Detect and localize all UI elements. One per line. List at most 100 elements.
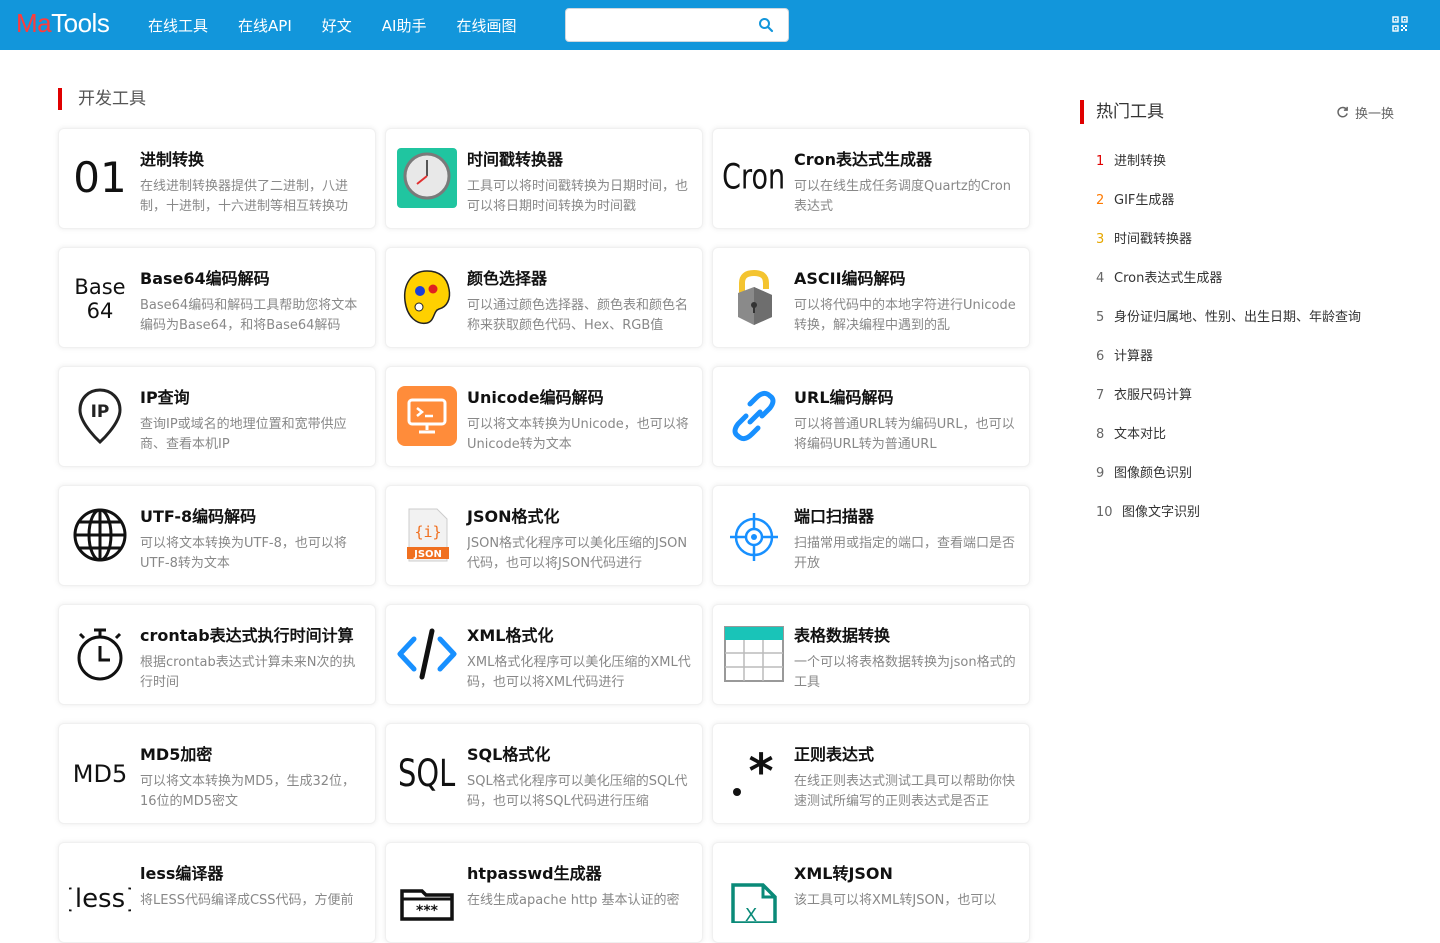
ip-pin-icon: IP <box>69 385 131 447</box>
tool-card-color-picker[interactable]: 颜色选择器 可以通过颜色选择器、颜色表和颜色名称来获取颜色代码、Hex、RGB值 <box>385 247 703 348</box>
monitor-code-icon <box>396 385 458 447</box>
tool-card-sql-format[interactable]: SQL SQL格式化 SQL格式化程序可以美化压缩的SQL代码，也可以将SQL代… <box>385 723 703 824</box>
tool-desc: 可以将文本转换为UTF-8，也可以将UTF-8转为文本 <box>140 536 347 571</box>
stopwatch-icon <box>69 623 131 685</box>
tool-name: XML格式化 <box>467 626 554 645</box>
hot-tool-label: 图像文字识别 <box>1122 505 1201 520</box>
search-input[interactable] <box>574 9 754 41</box>
svg-text:Cron: Cron <box>723 157 785 197</box>
hot-tool-rank: 2 <box>1096 193 1105 208</box>
tool-card-htpasswd[interactable]: *** htpasswd生成器 在线生成apache http 基本认证的密 <box>385 842 703 943</box>
hot-tool-label: 计算器 <box>1114 349 1154 364</box>
hot-tool-label: 图像颜色识别 <box>1114 466 1193 481</box>
hot-tool-item[interactable]: 1 进制转换 <box>1096 150 1361 189</box>
tool-card-table-convert[interactable]: 表格数据转换 一个可以将表格数据转换为json格式的工具 <box>712 604 1030 705</box>
tool-name: 端口扫描器 <box>794 507 875 526</box>
tool-desc: 可以将代码中的本地字符进行Unicode转换，解决编程中遇到的乱 <box>794 298 1016 333</box>
refresh-button[interactable]: 换一换 <box>1336 103 1394 122</box>
svg-text:*: * <box>748 744 773 800</box>
hot-tool-item[interactable]: 2 GIF生成器 <box>1096 189 1361 228</box>
tool-name: less编译器 <box>140 864 224 883</box>
tool-name: IP查询 <box>140 388 190 407</box>
hot-tool-item[interactable]: 3 时间戳转换器 <box>1096 228 1361 267</box>
tool-card-base-convert[interactable]: 01 进制转换 在线进制转换器提供了二进制，八进制，十进制，十六进制等相互转换功 <box>58 128 376 229</box>
table-icon <box>723 623 785 685</box>
xml-file-icon: X <box>723 861 785 923</box>
tool-card-ip-lookup[interactable]: IP IP查询 查询IP或域名的地理位置和宽带供应商、查看本机IP <box>58 366 376 467</box>
hot-tool-label: 衣服尺码计算 <box>1114 388 1193 403</box>
tool-desc: 一个可以将表格数据转换为json格式的工具 <box>794 655 1016 690</box>
crosshair-icon <box>723 504 785 566</box>
tool-desc: 扫描常用或指定的端口，查看端口是否开放 <box>794 536 1016 571</box>
svg-text:IP: IP <box>91 402 110 422</box>
tool-desc: 可以通过颜色选择器、颜色表和颜色名称来获取颜色代码、Hex、RGB值 <box>467 298 689 333</box>
nav-ai-assistant[interactable]: AI助手 <box>382 15 427 36</box>
cron-text-icon: Cron <box>723 147 785 209</box>
svg-text:***: *** <box>416 903 439 919</box>
hot-tool-rank: 1 <box>1096 154 1105 169</box>
hot-tool-item[interactable]: 6 计算器 <box>1096 345 1361 384</box>
hot-tool-item[interactable]: 5 身份证归属地、性别、出生日期、年龄查询 <box>1096 306 1361 345</box>
lock-icon <box>723 266 785 328</box>
hot-tool-rank: 3 <box>1096 232 1105 247</box>
tool-desc: 可以在线生成任务调度Quartz的Cron表达式 <box>794 179 1012 214</box>
qrcode-icon[interactable] <box>1392 16 1408 32</box>
tool-desc: 工具可以将时间戳转换为日期时间，也可以将日期时间转换为时间戳 <box>467 179 689 214</box>
tool-name: URL编码解码 <box>794 388 894 407</box>
md5-text-icon: MD5 <box>69 742 131 804</box>
svg-text:X: X <box>745 905 757 923</box>
svg-text:{i}: {i} <box>414 523 441 541</box>
nav-online-drawing[interactable]: 在线画图 <box>456 15 516 36</box>
tool-card-base64[interactable]: Base 64 Base64编码解码 Base64编码和解码工具帮助您将文本编码为… <box>58 247 376 348</box>
hot-tool-item[interactable]: 4 Cron表达式生成器 <box>1096 267 1361 306</box>
svg-text:64: 64 <box>87 299 114 323</box>
tool-name: Unicode编码解码 <box>467 388 604 407</box>
tool-card-json-format[interactable]: {i} JSON JSON格式化 JSON格式化程序可以美化压缩的JSON代码，也… <box>385 485 703 586</box>
tool-name: crontab表达式执行时间计算 <box>140 626 354 645</box>
hot-tool-item[interactable]: 9 图像颜色识别 <box>1096 462 1361 501</box>
01-text-icon: 01 <box>69 147 131 209</box>
nav-articles[interactable]: 好文 <box>322 15 352 36</box>
sql-text-icon: SQL <box>396 742 458 804</box>
tool-card-cron[interactable]: Cron Cron表达式生成器 可以在线生成任务调度Quartz的Cron表达式 <box>712 128 1030 229</box>
base64-text-icon: Base 64 <box>69 266 131 328</box>
hot-tool-item[interactable]: 7 衣服尺码计算 <box>1096 384 1361 423</box>
tool-card-utf8[interactable]: UTF-8编码解码 可以将文本转换为UTF-8，也可以将UTF-8转为文本 <box>58 485 376 586</box>
nav-online-tools[interactable]: 在线工具 <box>148 15 208 36</box>
tool-name: MD5加密 <box>140 745 213 764</box>
hot-tool-label: 进制转换 <box>1114 154 1167 169</box>
tool-card-xml-to-json[interactable]: X XML转JSON 该工具可以将XML转JSON，也可以 <box>712 842 1030 943</box>
tool-desc: 在线正则表达式测试工具可以帮助你快速测试所编写的正则表达式是否正 <box>794 774 1016 809</box>
tool-name: JSON格式化 <box>467 507 560 526</box>
refresh-icon <box>1337 106 1348 118</box>
tool-desc: SQL格式化程序可以美化压缩的SQL代码，也可以将SQL代码进行压缩 <box>467 774 688 809</box>
nav-online-api[interactable]: 在线API <box>238 15 292 36</box>
hot-tool-item[interactable]: 10 图像文字识别 <box>1096 501 1361 540</box>
tool-card-url[interactable]: URL编码解码 可以将普通URL转为编码URL，也可以将编码URL转为普通URL <box>712 366 1030 467</box>
search-icon[interactable] <box>758 17 774 33</box>
tool-card-port-scan[interactable]: 端口扫描器 扫描常用或指定的端口，查看端口是否开放 <box>712 485 1030 586</box>
tool-card-regex[interactable]: * 正则表达式 在线正则表达式测试工具可以帮助你快速测试所编写的正则表达式是否正 <box>712 723 1030 824</box>
tool-card-timestamp[interactable]: 时间戳转换器 工具可以将时间戳转换为日期时间，也可以将日期时间转换为时间戳 <box>385 128 703 229</box>
svg-text:MD5: MD5 <box>73 760 127 788</box>
hot-tool-label: 身份证归属地、性别、出生日期、年龄查询 <box>1114 310 1362 325</box>
tool-card-less[interactable]: {less} less编译器 将LESS代码编译成CSS代码，方便前 <box>58 842 376 943</box>
tool-card-md5[interactable]: MD5 MD5加密 可以将文本转换为MD5，生成32位，16位的MD5密文 <box>58 723 376 824</box>
tool-card-crontab-calc[interactable]: crontab表达式执行时间计算 根据crontab表达式计算未来N次的执行时间 <box>58 604 376 705</box>
tool-desc: 该工具可以将XML转JSON，也可以 <box>794 893 997 908</box>
hot-tool-rank: 8 <box>1096 427 1105 442</box>
tool-card-xml-format[interactable]: XML格式化 XML格式化程序可以美化压缩的XML代码，也可以将XML代码进行 <box>385 604 703 705</box>
code-brackets-icon <box>396 623 458 685</box>
tool-name: 正则表达式 <box>794 745 875 764</box>
search-box <box>565 8 789 42</box>
tool-desc: 根据crontab表达式计算未来N次的执行时间 <box>140 655 356 690</box>
folder-password-icon: *** <box>396 861 458 923</box>
hot-tool-label: GIF生成器 <box>1114 193 1175 208</box>
hot-tool-rank: 5 <box>1096 310 1105 325</box>
site-logo[interactable]: MaTools <box>16 8 110 39</box>
hot-tool-item[interactable]: 8 文本对比 <box>1096 423 1361 462</box>
tool-card-ascii[interactable]: ASCII编码解码 可以将代码中的本地字符进行Unicode转换，解决编程中遇到… <box>712 247 1030 348</box>
tool-name: 进制转换 <box>140 150 205 169</box>
tool-card-unicode[interactable]: Unicode编码解码 可以将文本转换为Unicode，也可以将Unicode转… <box>385 366 703 467</box>
tool-name: SQL格式化 <box>467 745 551 764</box>
